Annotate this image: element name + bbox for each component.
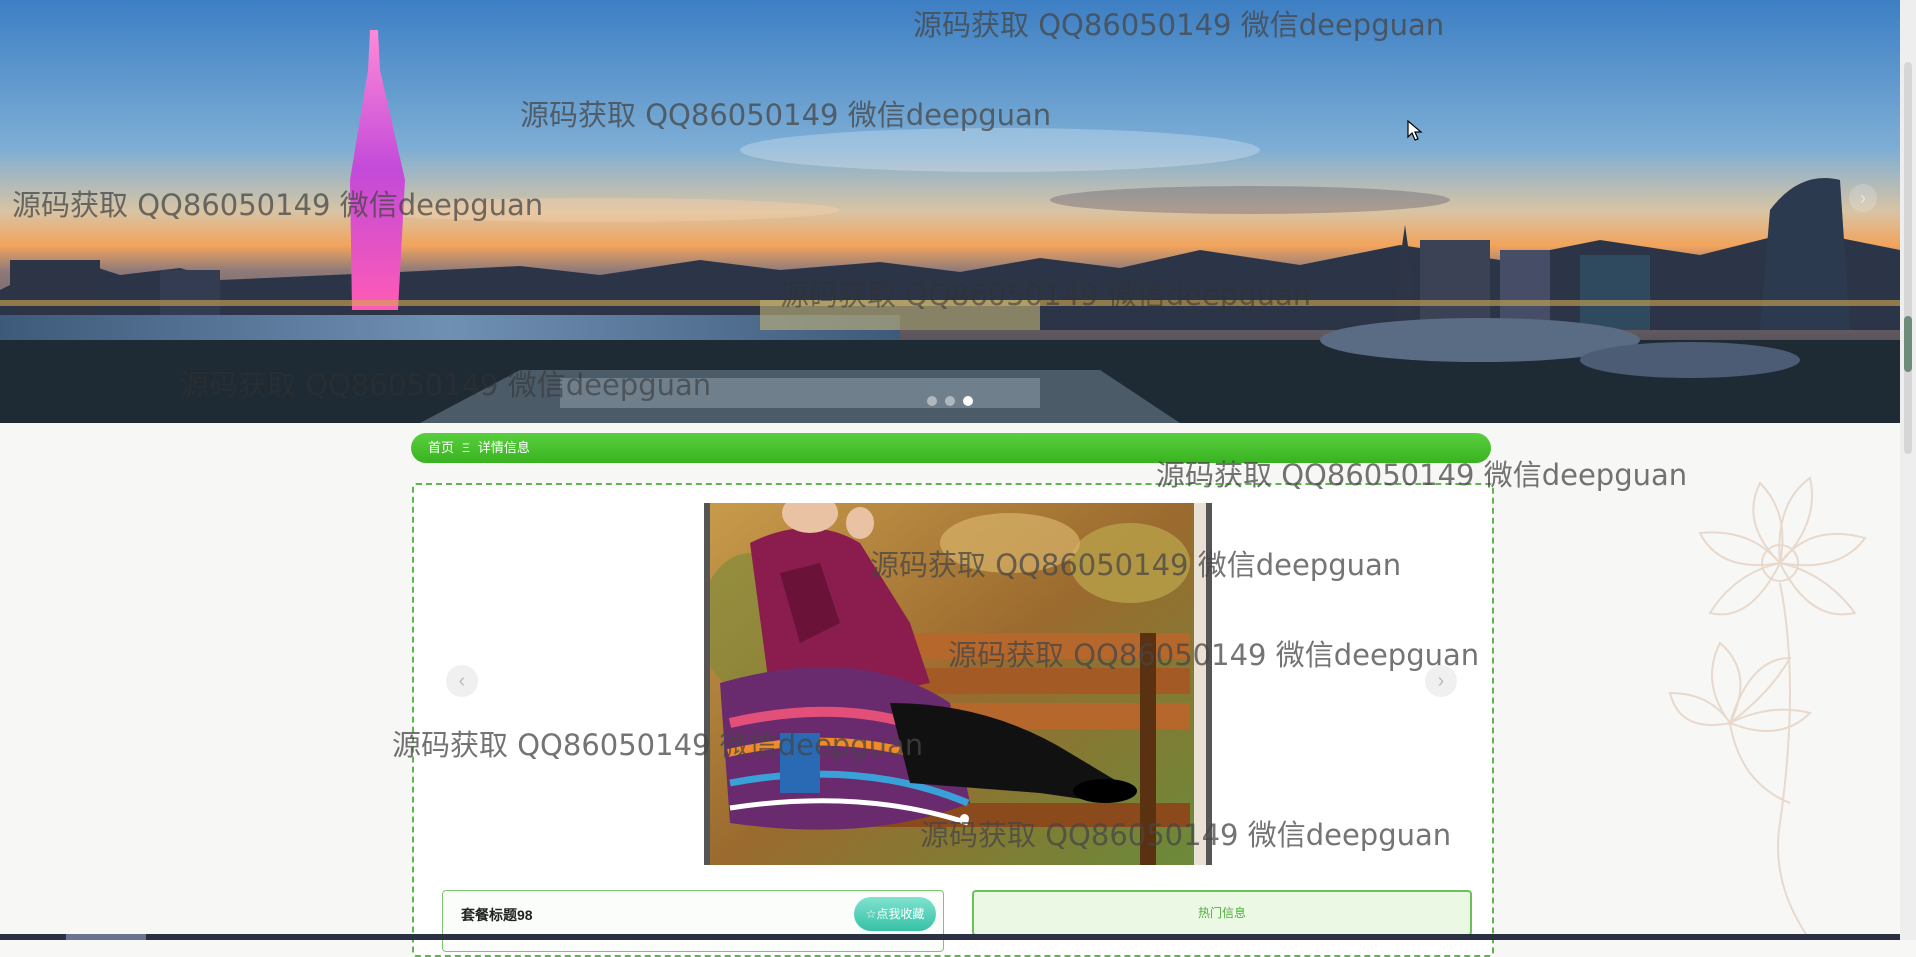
gallery-dot-1[interactable] xyxy=(960,814,969,823)
hot-info-label: 热门信息 xyxy=(1197,906,1246,920)
hot-info-header[interactable]: 热门信息 xyxy=(972,890,1472,936)
hero-dot-3[interactable] xyxy=(963,396,973,406)
detail-content-panel: ‹ › 套餐标题98 ☆点我收藏 热门信息 xyxy=(412,483,1494,957)
product-image-gallery[interactable] xyxy=(704,503,1212,865)
gallery-next-arrow[interactable]: › xyxy=(1425,665,1457,697)
package-title: 套餐标题98 xyxy=(461,907,533,923)
hero-next-arrow[interactable]: › xyxy=(1849,184,1877,212)
mouse-pointer-icon xyxy=(1407,120,1423,141)
city-skyline-image xyxy=(0,0,1900,423)
gallery-prev-arrow[interactable]: ‹ xyxy=(446,665,478,697)
hero-dot-1[interactable] xyxy=(927,396,937,406)
flower-decoration xyxy=(1668,476,1867,940)
page-scrollbar[interactable] xyxy=(1900,0,1916,940)
taskbar-segment xyxy=(66,934,146,940)
hero-banner-carousel[interactable]: › xyxy=(0,0,1900,423)
hero-dot-2[interactable] xyxy=(945,396,955,406)
breadcrumb: 首页 Ξ 详情信息 xyxy=(411,433,1491,463)
product-photo xyxy=(710,503,1194,865)
breadcrumb-current: 详情信息 xyxy=(477,440,530,455)
hero-carousel-dots xyxy=(927,396,973,406)
breadcrumb-home-link[interactable]: 首页 xyxy=(428,433,454,463)
breadcrumb-separator: Ξ xyxy=(462,441,470,455)
scrollbar-track[interactable] xyxy=(1904,62,1912,454)
package-info-card: 套餐标题98 ☆点我收藏 xyxy=(442,890,944,952)
taskbar-edge xyxy=(0,934,1900,940)
scrollbar-thumb[interactable] xyxy=(1904,316,1912,372)
favorite-button[interactable]: ☆点我收藏 xyxy=(854,897,936,931)
